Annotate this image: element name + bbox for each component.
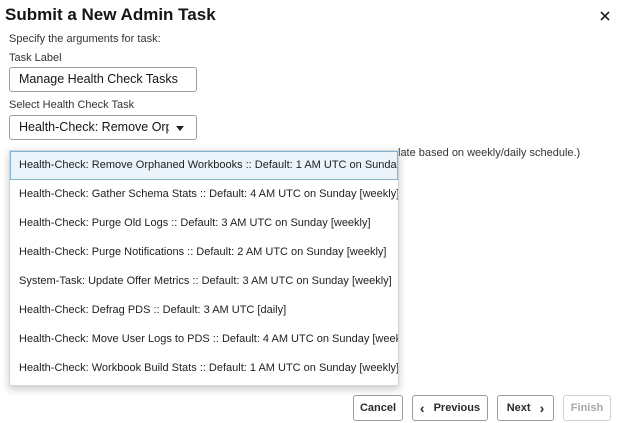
- finish-button-label: Finish: [570, 402, 604, 414]
- chevron-right-icon: ›: [539, 400, 545, 416]
- dropdown-option[interactable]: Health-Check: Move User Logs to PDS :: D…: [10, 325, 398, 354]
- task-label-input[interactable]: Manage Health Check Tasks: [9, 67, 197, 92]
- chevron-left-icon: ‹: [419, 400, 425, 416]
- next-button-label: Next: [506, 402, 531, 414]
- previous-button-label: Previous: [433, 402, 481, 414]
- caret-down-icon: [176, 126, 184, 131]
- health-check-select-value: Health-Check: Remove Orpha: [19, 120, 169, 134]
- health-check-select-label: Select Health Check Task: [9, 99, 135, 111]
- cancel-button[interactable]: Cancel: [353, 395, 403, 421]
- task-label-value: Manage Health Check Tasks: [19, 72, 178, 86]
- health-check-select[interactable]: Health-Check: Remove Orpha: [9, 115, 197, 140]
- health-check-dropdown-list: Health-Check: Remove Orphaned Workbooks …: [9, 150, 399, 386]
- previous-button[interactable]: ‹ Previous: [412, 395, 488, 421]
- dropdown-option[interactable]: Health-Check: Workbook Build Stats :: De…: [10, 354, 398, 383]
- dropdown-option[interactable]: Health-Check: Defrag PDS :: Default: 3 A…: [10, 296, 398, 325]
- dropdown-option[interactable]: System-Task: Update Offer Metrics :: Def…: [10, 267, 398, 296]
- dialog-title: Submit a New Admin Task: [5, 5, 216, 24]
- cancel-button-label: Cancel: [359, 402, 397, 414]
- next-button[interactable]: Next ›: [497, 395, 554, 421]
- finish-button[interactable]: Finish: [563, 395, 611, 421]
- dropdown-option[interactable]: Health-Check: Purge Old Logs :: Default:…: [10, 209, 398, 238]
- instructions-text: Specify the arguments for task:: [9, 33, 161, 45]
- schedule-note-text: late based on weekly/daily schedule.): [398, 147, 581, 159]
- dropdown-option[interactable]: Health-Check: Remove Orphaned Workbooks …: [10, 151, 398, 180]
- task-label-label: Task Label: [9, 52, 62, 64]
- dropdown-option[interactable]: Health-Check: Purge Notifications :: Def…: [10, 238, 398, 267]
- dropdown-option[interactable]: Health-Check: Gather Schema Stats :: Def…: [10, 180, 398, 209]
- close-icon[interactable]: [597, 8, 613, 24]
